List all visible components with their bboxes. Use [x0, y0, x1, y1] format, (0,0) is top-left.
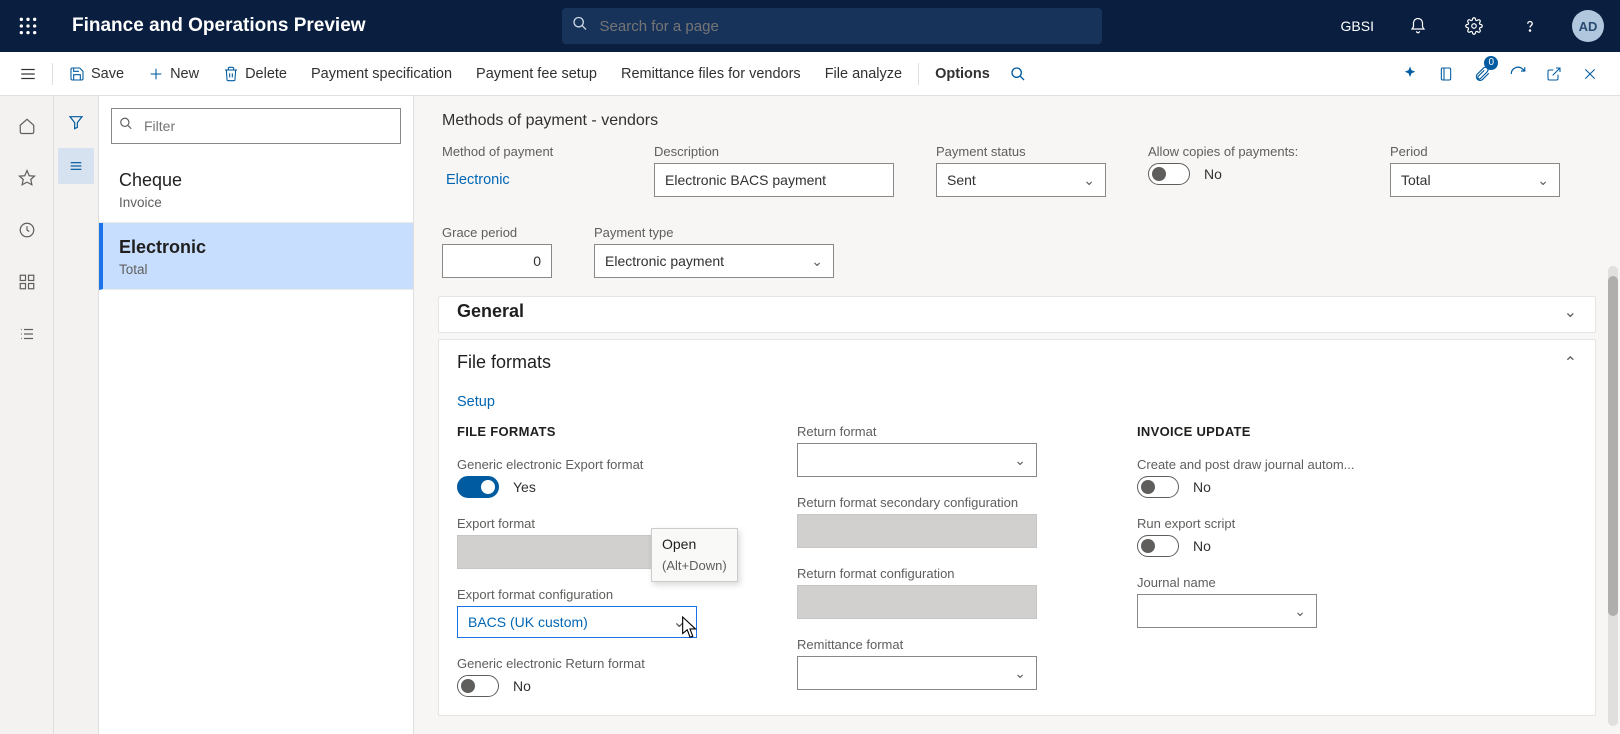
field-label: Return format	[797, 424, 1077, 439]
field-label: Run export script	[1137, 516, 1397, 531]
close-icon[interactable]	[1572, 52, 1608, 96]
run-export-value: No	[1193, 538, 1211, 554]
popout-icon[interactable]	[1536, 52, 1572, 96]
nav-toggle-icon[interactable]	[8, 52, 48, 96]
field-label: Payment type	[594, 225, 834, 240]
journal-name-select[interactable]: ⌄	[1137, 594, 1317, 628]
page-title: Methods of payment - vendors	[438, 102, 1596, 140]
export-format-input	[457, 535, 697, 569]
chevron-down-icon: ⌄	[1083, 172, 1095, 189]
global-search-input[interactable]	[562, 8, 1102, 44]
company-code[interactable]: GBSI	[1341, 18, 1374, 34]
generic-return-value: No	[513, 678, 531, 694]
field-label: Export format configuration	[457, 587, 737, 602]
list-item-title: Electronic	[119, 237, 397, 258]
office-icon[interactable]	[1428, 52, 1464, 96]
delete-button[interactable]: Delete	[211, 52, 299, 96]
create-post-toggle[interactable]	[1137, 476, 1179, 498]
generic-export-toggle[interactable]	[457, 476, 499, 498]
setup-link[interactable]: Setup	[457, 394, 495, 410]
payment-type-select[interactable]: Electronic payment ⌄	[594, 244, 834, 278]
chevron-up-icon: ⌃	[1564, 353, 1577, 373]
remittance-format-select[interactable]: ⌄	[797, 656, 1037, 690]
chevron-down-icon: ⌄	[1014, 452, 1026, 469]
save-button[interactable]: Save	[57, 52, 136, 96]
allow-copies-toggle[interactable]	[1148, 163, 1190, 185]
settings-icon[interactable]	[1454, 0, 1494, 52]
scrollbar[interactable]	[1608, 266, 1618, 726]
return-secondary-input	[797, 514, 1037, 548]
create-post-value: No	[1193, 479, 1211, 495]
filter-search-icon	[119, 117, 133, 136]
field-label: Remittance format	[797, 637, 1077, 652]
list-mode-icon[interactable]	[58, 148, 94, 184]
action-search-icon[interactable]	[1002, 52, 1034, 96]
export-config-select[interactable]: BACS (UK custom) ⌄	[457, 606, 697, 638]
rail-home-icon[interactable]	[7, 108, 47, 144]
run-export-toggle[interactable]	[1137, 535, 1179, 557]
return-config-input	[797, 585, 1037, 619]
notifications-icon[interactable]	[1398, 0, 1438, 52]
scrollbar-thumb[interactable]	[1608, 276, 1618, 616]
attachments-icon[interactable]: 0	[1464, 52, 1500, 96]
field-label: Method of payment	[442, 144, 612, 159]
field-label: Period	[1390, 144, 1560, 159]
app-launcher-icon[interactable]	[8, 0, 48, 52]
chevron-down-icon: ⌄	[673, 612, 686, 632]
group-header: FILE FORMATS	[457, 424, 737, 439]
help-icon[interactable]	[1510, 0, 1550, 52]
rail-favorites-icon[interactable]	[7, 160, 47, 196]
payment-status-select[interactable]: Sent ⌄	[936, 163, 1106, 197]
filter-icon[interactable]	[58, 104, 94, 140]
generic-return-toggle[interactable]	[457, 675, 499, 697]
avatar[interactable]: AD	[1572, 10, 1604, 42]
period-select[interactable]: Total ⌄	[1390, 163, 1560, 197]
refresh-icon[interactable]	[1500, 52, 1536, 96]
options-button[interactable]: Options	[923, 52, 1002, 96]
field-label: Return format secondary configuration	[797, 495, 1077, 510]
field-label: Export format	[457, 516, 737, 531]
field-label: Description	[654, 144, 894, 159]
product-name: Finance and Operations Preview	[72, 15, 366, 37]
chevron-down-icon: ⌄	[1014, 665, 1026, 682]
field-label: Payment status	[936, 144, 1106, 159]
list-item-subtitle: Invoice	[119, 195, 397, 210]
field-label: Allow copies of payments:	[1148, 144, 1348, 159]
method-of-payment-value[interactable]: Electronic	[442, 163, 612, 197]
list-item[interactable]: Electronic Total	[99, 223, 413, 290]
payment-fee-setup-button[interactable]: Payment fee setup	[464, 52, 609, 96]
general-fasttab-header[interactable]: General ⌄	[439, 297, 1595, 332]
search-icon	[572, 16, 588, 37]
field-label: Journal name	[1137, 575, 1397, 590]
file-formats-fasttab-header[interactable]: File formats ⌃	[439, 340, 1595, 385]
field-label: Return format configuration	[797, 566, 1077, 581]
chevron-down-icon: ⌄	[1294, 603, 1306, 620]
field-label: Grace period	[442, 225, 552, 240]
payment-specification-button[interactable]: Payment specification	[299, 52, 464, 96]
filter-input[interactable]	[111, 108, 401, 144]
allow-copies-value: No	[1204, 166, 1222, 182]
remittance-files-button[interactable]: Remittance files for vendors	[609, 52, 813, 96]
field-label: Create and post draw journal autom...	[1137, 457, 1397, 472]
file-analyze-button[interactable]: File analyze	[813, 52, 914, 96]
list-item[interactable]: Cheque Invoice	[99, 156, 413, 223]
rail-recent-icon[interactable]	[7, 212, 47, 248]
group-header: INVOICE UPDATE	[1137, 424, 1397, 439]
list-item-title: Cheque	[119, 170, 397, 191]
attachments-badge: 0	[1484, 56, 1498, 70]
chevron-down-icon: ⌄	[1564, 302, 1577, 322]
list-item-subtitle: Total	[119, 262, 397, 277]
generic-export-value: Yes	[513, 479, 536, 495]
copilot-icon[interactable]	[1392, 52, 1428, 96]
chevron-down-icon: ⌄	[811, 253, 823, 270]
rail-workspaces-icon[interactable]	[7, 264, 47, 300]
new-button[interactable]: New	[136, 52, 211, 96]
return-format-select[interactable]: ⌄	[797, 443, 1037, 477]
field-label: Generic electronic Export format	[457, 457, 737, 472]
field-label: Generic electronic Return format	[457, 656, 737, 671]
description-input[interactable]: Electronic BACS payment	[654, 163, 894, 197]
chevron-down-icon: ⌄	[1537, 172, 1549, 189]
grace-period-input[interactable]: 0	[442, 244, 552, 278]
rail-modules-icon[interactable]	[7, 316, 47, 352]
